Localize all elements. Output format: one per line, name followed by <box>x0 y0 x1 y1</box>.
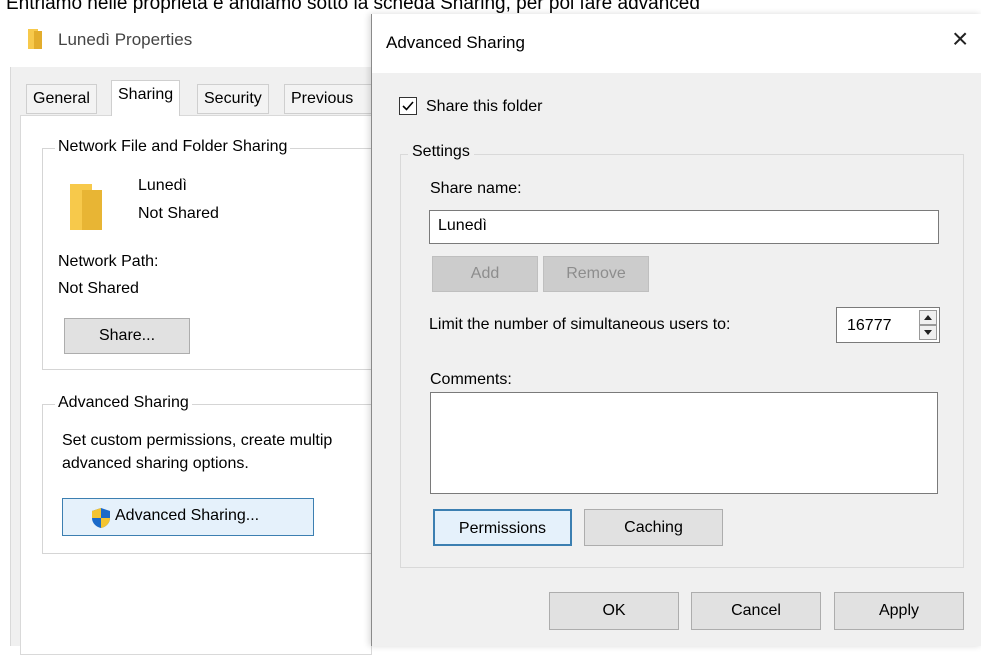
network-path-value: Not Shared <box>58 280 139 297</box>
folder-icon <box>26 28 48 50</box>
user-limit-value: 16777 <box>847 317 892 334</box>
folder-name: Lunedì <box>138 177 187 194</box>
shared-folder-icon <box>70 180 104 232</box>
advanced-sharing-legend: Advanced Sharing <box>55 394 192 412</box>
stepper-up-icon[interactable] <box>919 310 937 325</box>
checkmark-icon <box>402 101 414 111</box>
close-icon[interactable]: × <box>952 24 968 54</box>
tab-general[interactable]: General <box>26 84 97 114</box>
share-button[interactable]: Share... <box>64 318 190 354</box>
share-folder-label[interactable]: Share this folder <box>426 98 543 116</box>
settings-legend: Settings <box>408 143 474 161</box>
advanced-sharing-button-label: Advanced Sharing... <box>115 507 260 524</box>
caching-button[interactable]: Caching <box>584 509 723 546</box>
advanced-sharing-description-line2: advanced sharing options. <box>62 455 249 472</box>
network-sharing-legend: Network File and Folder Sharing <box>55 138 291 156</box>
add-button[interactable]: Add <box>432 256 538 292</box>
uac-shield-icon <box>91 507 111 534</box>
user-limit-stepper[interactable]: 16777 <box>836 307 940 343</box>
properties-window-title: Lunedì Properties <box>58 30 193 49</box>
dialog-title: Advanced Sharing <box>386 33 525 52</box>
share-name-value: Lunedì <box>438 217 487 234</box>
share-folder-checkbox[interactable] <box>399 97 417 115</box>
network-path-label: Network Path: <box>58 253 159 270</box>
page-caption: Entriamo nelle proprietà e andiamo sotto… <box>6 0 700 14</box>
remove-button[interactable]: Remove <box>543 256 649 292</box>
user-limit-label: Limit the number of simultaneous users t… <box>429 316 731 333</box>
apply-button[interactable]: Apply <box>834 592 964 630</box>
advanced-sharing-button[interactable]: Advanced Sharing... <box>62 498 314 536</box>
tab-previous[interactable]: Previous <box>284 84 372 114</box>
permissions-button[interactable]: Permissions <box>433 509 572 546</box>
tab-security[interactable]: Security <box>197 84 269 114</box>
cancel-button[interactable]: Cancel <box>691 592 821 630</box>
comments-label: Comments: <box>430 371 512 388</box>
comments-field[interactable] <box>430 392 938 494</box>
share-name-label: Share name: <box>430 180 522 197</box>
ok-button[interactable]: OK <box>549 592 679 630</box>
folder-share-status: Not Shared <box>138 205 219 222</box>
stepper-down-icon[interactable] <box>919 325 937 340</box>
share-name-field[interactable]: Lunedì <box>429 210 939 244</box>
advanced-sharing-description-line1: Set custom permissions, create multip <box>62 432 333 449</box>
tab-sharing[interactable]: Sharing <box>111 80 181 116</box>
